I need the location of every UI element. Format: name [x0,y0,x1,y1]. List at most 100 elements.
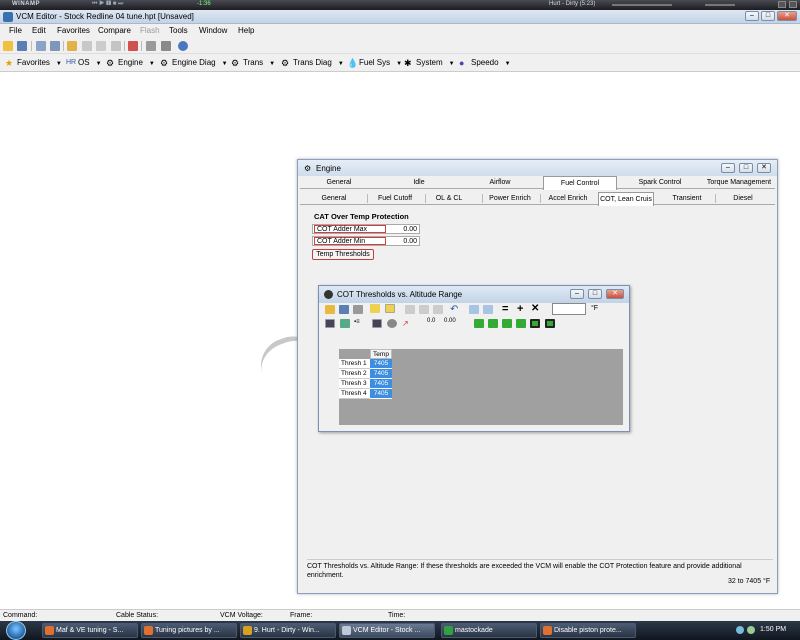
favorites-dropdown[interactable]: ★ Favorites ▼ [5,57,62,69]
menu-compare[interactable]: Compare [98,26,131,35]
subtab-accel-enrich[interactable]: Accel Enrich [543,192,593,205]
volume-tray-icon[interactable] [747,626,755,634]
engine-minimize-button[interactable]: – [721,163,735,173]
paste-icon[interactable] [96,41,106,51]
menu-favorites[interactable]: Favorites [57,26,90,35]
cot-adder-min-row[interactable]: COT Adder Min 0.00 [312,236,420,246]
cot-table-view-icon[interactable] [325,319,335,328]
trans-diag-dropdown[interactable]: ⚙ Trans Diag ▼ [281,57,344,69]
cot-hex-icon[interactable]: ▪≡ [354,319,364,328]
table-cell[interactable]: 7405 [370,389,392,399]
cot-paste-table-icon[interactable] [483,305,493,314]
menu-window[interactable]: Window [199,26,227,35]
cot-grid-icon[interactable] [372,319,382,328]
winamp-seek-slider[interactable] [612,4,672,6]
cot-decimal-decrease-icon[interactable]: 0.0 [427,318,441,327]
tab-torque-management[interactable]: Torque Management [703,176,775,189]
cot-copy-icon[interactable] [405,305,415,314]
table-icon[interactable] [111,41,121,51]
table-cell[interactable]: 7405 [370,369,392,379]
menu-edit[interactable]: Edit [32,26,46,35]
taskbar-item[interactable]: mastockade [441,623,537,638]
cot-paste-special-icon[interactable] [433,305,443,314]
tab-spark-control[interactable]: Spark Control [625,176,695,189]
taskbar-item[interactable]: 9. Hurt - Dirty - Win... [240,623,336,638]
cot-undo-icon[interactable]: ↶ [450,305,460,315]
cot-interp-4-icon[interactable] [516,319,526,328]
taskbar-item[interactable]: Tuning pictures by ... [141,623,237,638]
folder-icon[interactable] [67,41,77,51]
table-cell[interactable]: 7405 [370,379,392,389]
cot-smooth-2-icon[interactable] [545,319,555,328]
cot-interp-2-icon[interactable] [488,319,498,328]
cot-save-icon[interactable] [339,305,349,314]
cot-interp-3-icon[interactable] [502,319,512,328]
menu-flash[interactable]: Flash [140,26,160,35]
engine-diag-dropdown[interactable]: ⚙ Engine Diag ▼ [160,57,228,69]
cot-copy-table-icon[interactable] [469,305,479,314]
cot-decimal-increase-icon[interactable]: 0.00 [444,318,460,327]
help-icon[interactable] [178,41,188,51]
winamp-close-button[interactable] [789,1,797,8]
trans-dropdown[interactable]: ⚙ Trans ▼ [231,57,275,69]
cot-paste-icon[interactable] [419,305,429,314]
winamp-minimize-button[interactable] [778,1,786,8]
os-dropdown[interactable]: HR OS ▼ [66,57,102,69]
cot-minimize-button[interactable]: – [570,289,584,299]
compare-icon[interactable] [36,41,46,51]
copy-icon[interactable] [82,41,92,51]
taskbar-item[interactable]: Disable piston prote... [540,623,636,638]
menu-file[interactable]: File [9,26,22,35]
start-button[interactable] [6,621,26,640]
tab-airflow[interactable]: Airflow [465,176,535,189]
clock[interactable]: 1:50 PM [760,626,786,633]
table-cell[interactable]: 7405 [370,359,392,369]
cot-maximize-button[interactable]: □ [588,289,602,299]
winamp-controls[interactable]: ⏮ ▶ ❚❚ ■ ⏭ [92,1,123,8]
cot-chart-icon[interactable]: ↗ [402,319,412,328]
subtab-transient[interactable]: Transient [662,192,712,205]
subtab-fuel-cutoff[interactable]: Fuel Cutoff [370,192,420,205]
cot-smooth-icon[interactable] [530,319,540,328]
taskbar-item-active[interactable]: VCM Editor - Stock ... [339,623,435,638]
cot-add-icon[interactable]: + [517,303,527,315]
save-icon[interactable] [17,41,27,51]
menu-help[interactable]: Help [238,26,254,35]
cot-favorite-add-icon[interactable] [385,304,395,313]
cot-open-icon[interactable] [325,305,335,314]
winamp-volume-slider[interactable] [705,4,735,6]
taskbar-item[interactable]: Maf & VE tuning - S... [42,623,138,638]
engine-dropdown[interactable]: ⚙ Engine ▼ [106,57,155,69]
subtab-cot-lean-cruise[interactable]: COT, Lean Cruis [598,192,654,206]
cot-interp-1-icon[interactable] [474,319,484,328]
cot-adder-max-value[interactable]: 0.00 [403,225,417,234]
cot-graph-view-icon[interactable] [340,319,350,328]
write-vehicle-icon[interactable] [161,41,171,51]
tab-idle[interactable]: Idle [384,176,454,189]
document-icon[interactable] [50,41,60,51]
cot-value-input[interactable] [552,303,586,315]
subtab-diesel[interactable]: Diesel [718,192,768,205]
subtab-ol-cl[interactable]: OL & CL [428,192,470,205]
system-dropdown[interactable]: ✱ System ▼ [404,57,455,69]
cot-adder-max-row[interactable]: COT Adder Max 0.00 [312,224,420,234]
network-tray-icon[interactable] [736,626,744,634]
close-button[interactable]: ✕ [777,11,797,21]
engine-maximize-button[interactable]: □ [739,163,753,173]
cot-close-button[interactable]: ✕ [606,289,624,299]
scan-icon[interactable] [128,41,138,51]
cot-equals-icon[interactable]: = [502,303,512,315]
fuel-sys-dropdown[interactable]: 💧 Fuel Sys ▼ [347,57,402,69]
subtab-power-enrich[interactable]: Power Enrich [485,192,535,205]
minimize-button[interactable]: – [745,11,759,21]
cot-3d-icon[interactable] [387,319,397,328]
cot-print-icon[interactable] [353,305,363,314]
engine-close-button[interactable]: ✕ [757,163,771,173]
tab-fuel-control[interactable]: Fuel Control [543,176,617,190]
subtab-general[interactable]: General [304,192,364,205]
menu-tools[interactable]: Tools [169,26,188,35]
temp-thresholds-button[interactable]: Temp Thresholds [312,249,374,260]
open-folder-icon[interactable] [3,41,13,51]
tab-general[interactable]: General [304,176,374,189]
cot-multiply-icon[interactable]: ✕ [531,303,541,314]
